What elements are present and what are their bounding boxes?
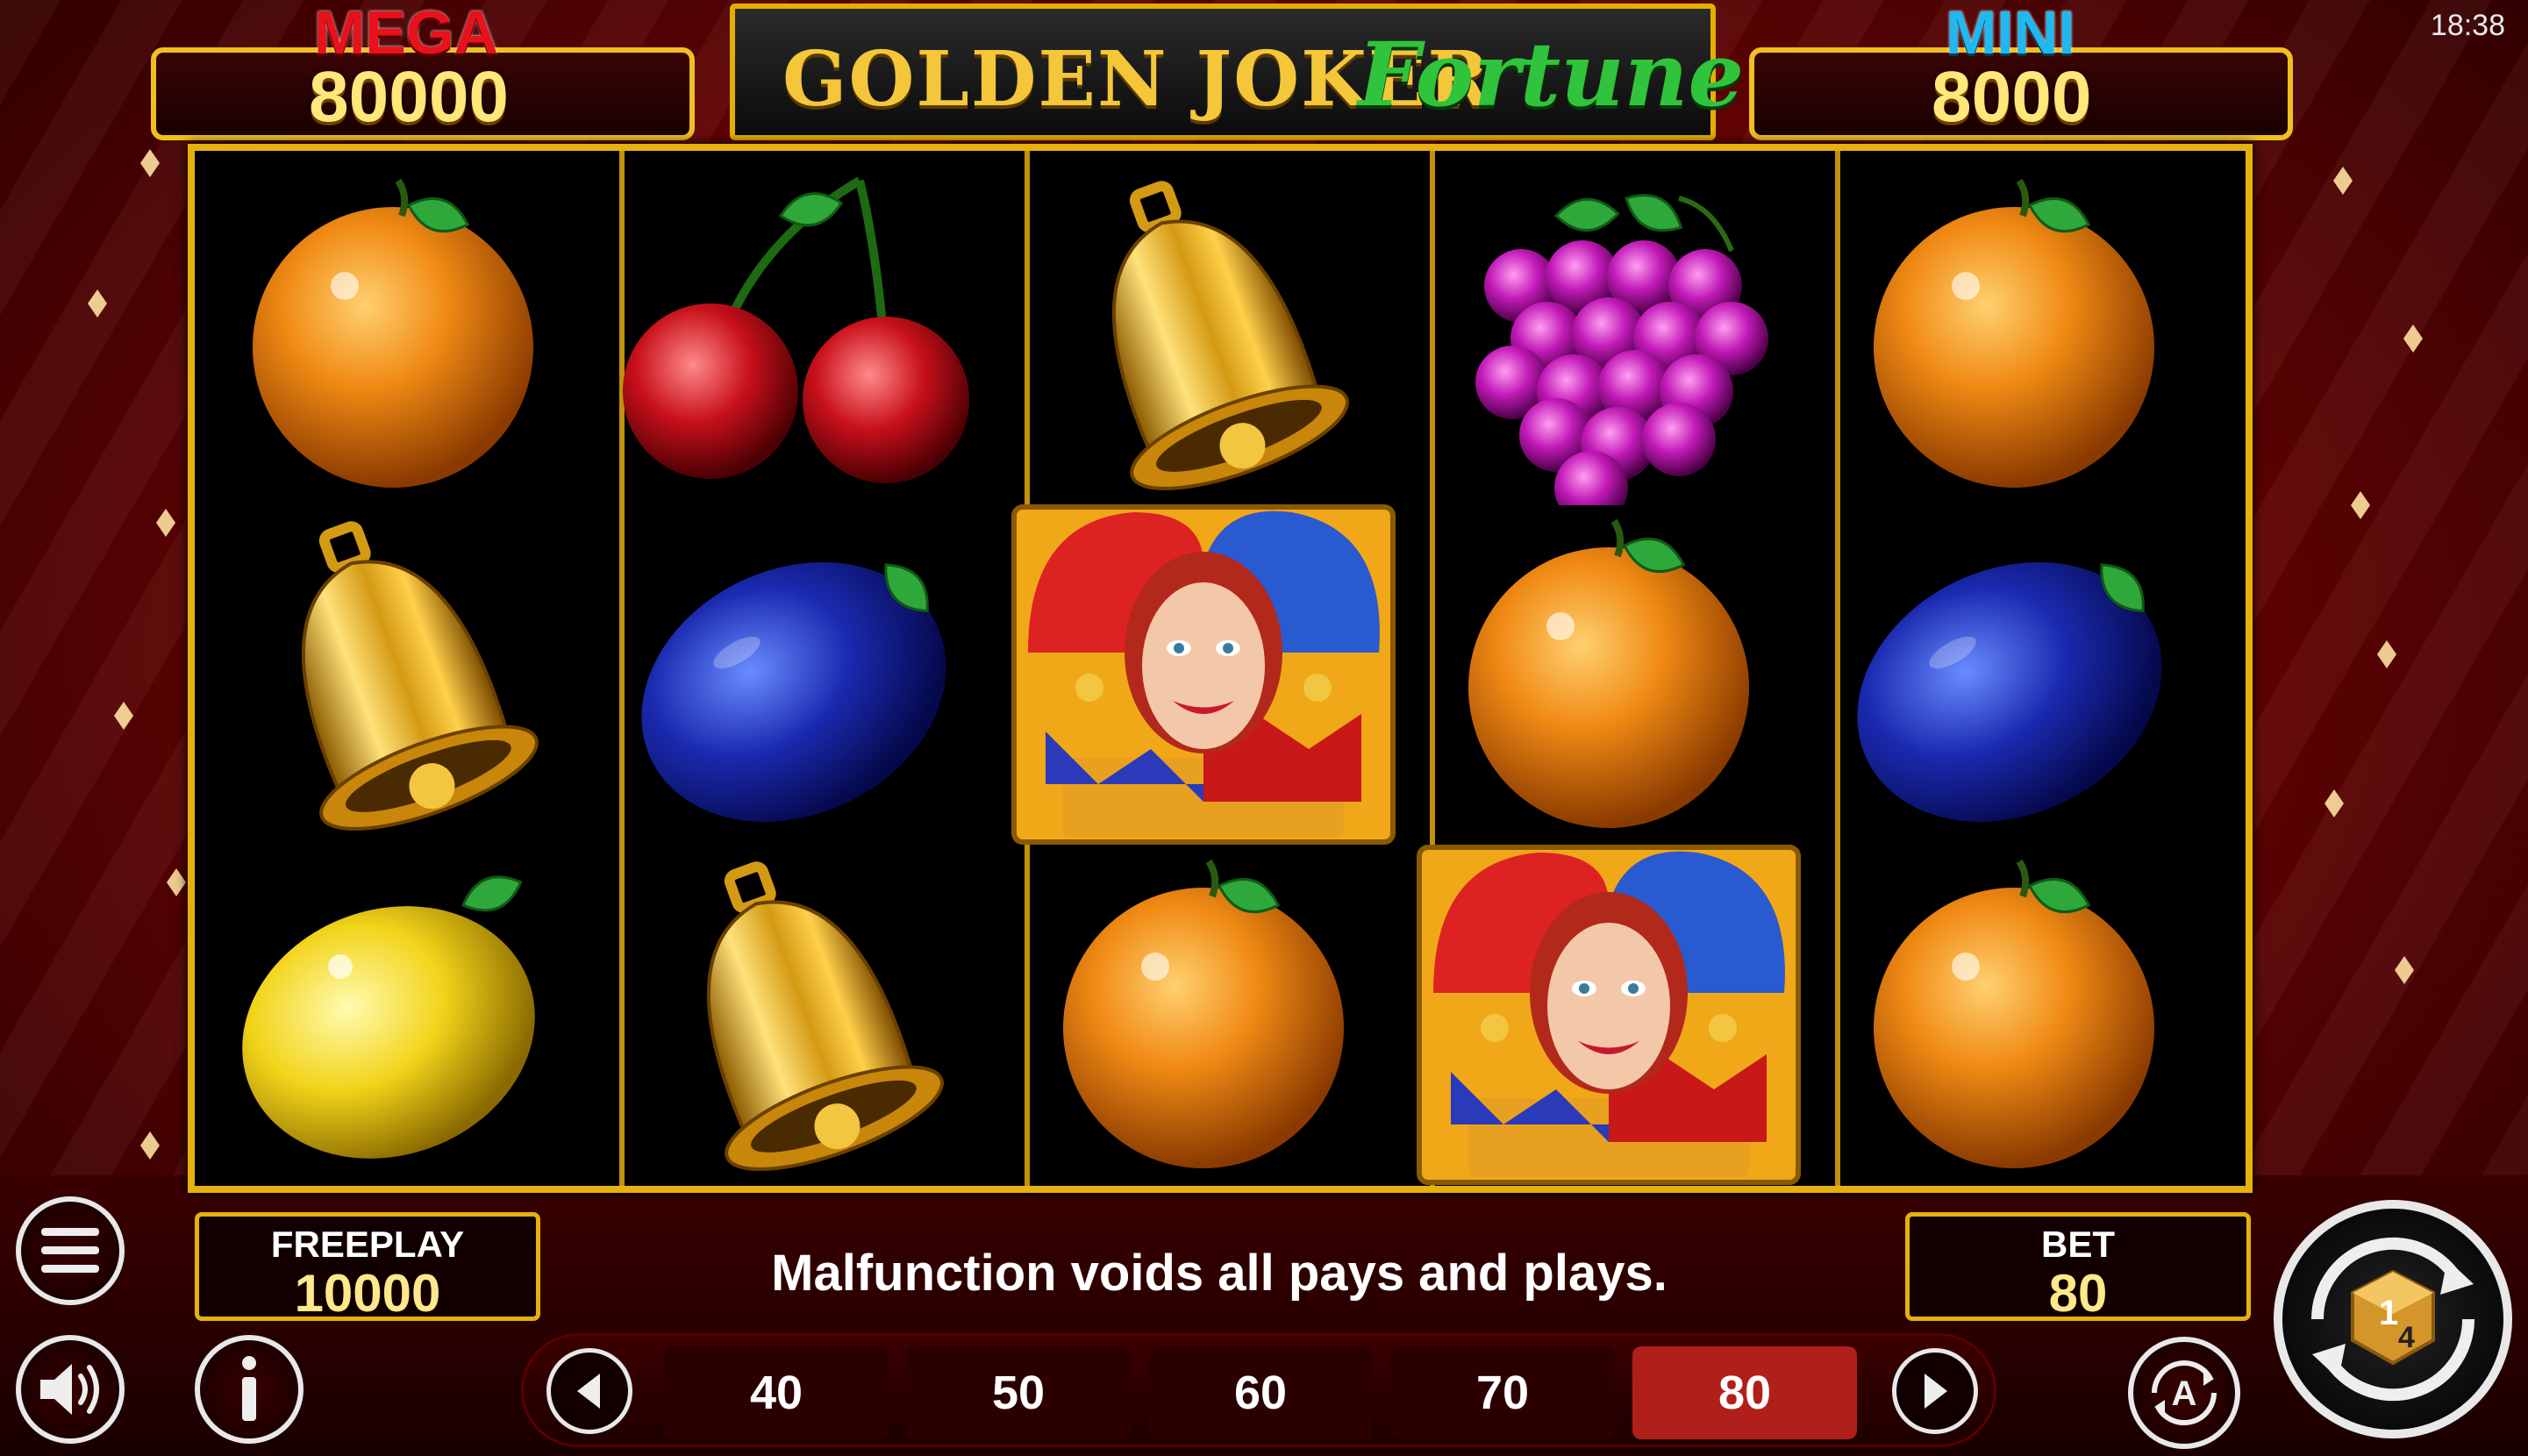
- freeplay-panel: FREEPLAY 10000: [195, 1212, 540, 1321]
- menu-button[interactable]: [16, 1196, 125, 1305]
- reel-3-symbol-bell: [1010, 163, 1396, 505]
- plum-icon: [1857, 562, 2162, 822]
- freeplay-value: 10000: [294, 1264, 441, 1323]
- malfunction-notice: Malfunction voids all pays and plays.: [771, 1245, 1667, 1302]
- bet-panel: BET 80: [1905, 1212, 2251, 1321]
- bell-icon: [706, 861, 944, 1171]
- reel-4-symbol-orange: [1416, 503, 1802, 846]
- bet-prev-button[interactable]: [546, 1348, 632, 1434]
- speaker-icon: [40, 1364, 99, 1415]
- spin-icon: 1 4: [2310, 1237, 2475, 1402]
- orange-icon: [253, 178, 533, 488]
- orange-icon: [1874, 178, 2154, 488]
- spin-button[interactable]: 1 4: [2274, 1200, 2512, 1438]
- joker-icon: [1417, 845, 1801, 1185]
- lemon-icon: [242, 875, 535, 1159]
- svg-text:4: 4: [2398, 1321, 2415, 1354]
- svg-text:A: A: [2172, 1374, 2197, 1413]
- mega-jackpot-label: MEGA: [314, 0, 498, 67]
- reel-3-symbol-joker: [1010, 503, 1396, 846]
- bet-label: BET: [2041, 1224, 2115, 1265]
- game-logo: GOLDEN JOKER Fortune: [730, 4, 1744, 140]
- reel-4-symbol-joker: [1416, 844, 1802, 1186]
- reel-2-symbol-plum: [605, 503, 991, 846]
- freeplay-label: FREEPLAY: [270, 1224, 465, 1265]
- chevron-left-icon: [577, 1374, 600, 1409]
- bet-selector: 40 50 60 70 80: [521, 1333, 1996, 1447]
- reel-4-symbol-grapes: [1416, 163, 1802, 525]
- bet-option-40[interactable]: 40: [664, 1346, 889, 1439]
- bet-option-70[interactable]: 70: [1390, 1346, 1615, 1439]
- orange-icon: [1063, 859, 1344, 1168]
- mini-jackpot-label: MINI: [1946, 0, 2075, 67]
- autoplay-icon: A: [2152, 1360, 2217, 1425]
- reel-5-symbol-orange: [1821, 163, 2207, 505]
- reel-grid: [188, 144, 2253, 1193]
- bet-option-60[interactable]: 60: [1148, 1346, 1373, 1439]
- info-button[interactable]: [195, 1335, 304, 1444]
- reel-3-symbol-orange: [1010, 844, 1396, 1186]
- joker-icon: [1011, 504, 1396, 845]
- reel-1-symbol-lemon: [200, 844, 586, 1186]
- cherry-icon: [623, 176, 969, 483]
- grapes-icon: [1475, 194, 1768, 525]
- reel-1-symbol-orange: [200, 163, 586, 505]
- mini-jackpot-value: 8000: [1932, 57, 2092, 137]
- bet-option-80[interactable]: 80: [1632, 1346, 1857, 1439]
- svg-text:1: 1: [2379, 1294, 2398, 1332]
- reel-1-symbol-bell: [200, 503, 586, 846]
- plum-icon: [641, 562, 946, 822]
- bet-value: 80: [2048, 1264, 2108, 1323]
- reel-2-symbol-bell: [605, 844, 991, 1186]
- reel-5-symbol-orange: [1821, 844, 2207, 1186]
- orange-icon: [1468, 518, 1749, 828]
- menu-icon: [41, 1228, 99, 1273]
- sound-button[interactable]: [16, 1335, 125, 1444]
- autoplay-button[interactable]: A: [2128, 1337, 2240, 1449]
- status-time: 18:38: [2430, 9, 2505, 42]
- bet-option-50[interactable]: 50: [906, 1346, 1131, 1439]
- mega-jackpot-value: 80000: [309, 57, 510, 137]
- logo-word-fortune: Fortune: [1358, 23, 1745, 126]
- orange-icon: [1874, 859, 2154, 1168]
- reel-2-symbol-cherry: [605, 163, 991, 505]
- bell-icon: [301, 521, 539, 831]
- bet-next-button[interactable]: [1892, 1348, 1978, 1434]
- chevron-right-icon: [1925, 1374, 1947, 1409]
- reel-5-symbol-plum: [1821, 503, 2207, 846]
- bell-icon: [1111, 181, 1349, 490]
- info-icon: [242, 1356, 256, 1421]
